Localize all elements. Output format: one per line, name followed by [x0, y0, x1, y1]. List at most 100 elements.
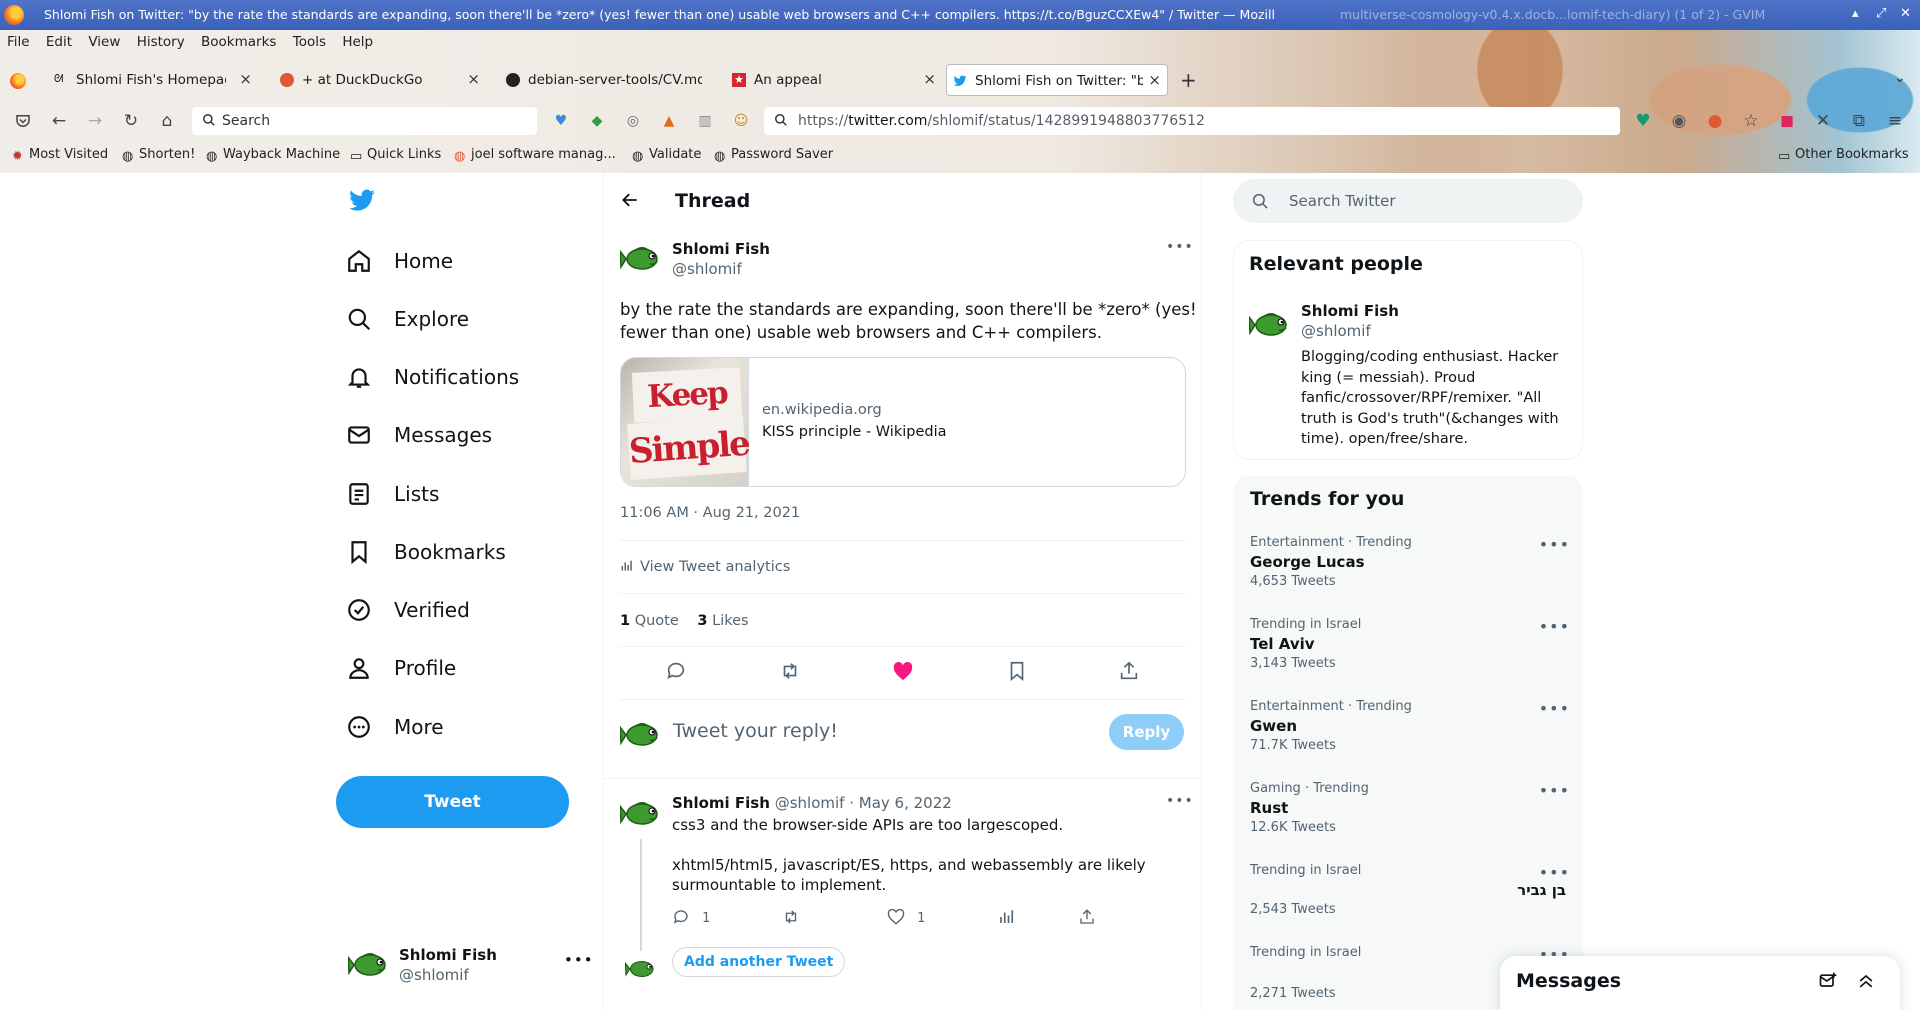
extensions-puzzle-icon[interactable]: ⧉: [1848, 110, 1870, 132]
close-tab-icon[interactable]: ×: [467, 70, 480, 88]
view-analytics-link[interactable]: View Tweet analytics: [620, 559, 790, 575]
add-tweet-avatar: [625, 960, 654, 978]
menu-help[interactable]: Help: [342, 34, 373, 50]
expand-chevron-icon[interactable]: [1856, 971, 1876, 991]
extension-face-icon[interactable]: ☺: [730, 110, 752, 132]
close-tab-icon[interactable]: ×: [239, 70, 252, 88]
bookmark-shorten[interactable]: ◍ Shorten!: [122, 147, 195, 164]
bookmark-password-saver[interactable]: ◍ Password Saver: [714, 147, 833, 164]
author-name[interactable]: Shlomi Fish: [672, 240, 770, 258]
author-avatar[interactable]: [620, 239, 662, 279]
extension-shield-icon[interactable]: ♥: [1632, 110, 1654, 132]
retweet-icon[interactable]: [782, 908, 800, 926]
tab-github[interactable]: debian-server-tools/CV.md: [500, 64, 712, 96]
liked-heart-icon[interactable]: [892, 661, 914, 681]
person-name[interactable]: Shlomi Fish: [1301, 302, 1399, 320]
menu-history[interactable]: History: [137, 34, 185, 50]
back-icon[interactable]: ←: [48, 110, 70, 132]
other-bookmarks[interactable]: ▭ Other Bookmarks: [1778, 147, 1909, 164]
close-tab-icon[interactable]: ×: [1148, 71, 1161, 89]
bookmark-most-visited[interactable]: ✹ Most Visited: [12, 147, 108, 164]
analytics-icon: [620, 559, 634, 573]
url-bar[interactable]: https://twitter.com/shlomif/status/14289…: [764, 107, 1620, 135]
menu-bookmarks[interactable]: Bookmarks: [201, 34, 276, 50]
author-handle[interactable]: @shlomif: [672, 260, 742, 278]
bookmark-icon[interactable]: [1006, 660, 1028, 682]
add-another-tweet-button[interactable]: Add another Tweet: [672, 947, 846, 977]
tab-duckduckgo[interactable]: + at DuckDuckGo ×: [274, 64, 486, 96]
trend-item[interactable]: Trending in Israel Tel Aviv 3,143 Tweets •…: [1250, 617, 1570, 671]
tab-twitter[interactable]: Shlomi Fish on Twitter: "by ×: [946, 64, 1168, 96]
analytics-icon[interactable]: [998, 908, 1016, 926]
person-handle[interactable]: @shlomif: [1301, 322, 1371, 340]
web-search-box[interactable]: Search: [192, 107, 537, 135]
new-message-icon[interactable]: [1818, 971, 1838, 991]
trend-item[interactable]: Trending in Israel בן גביר 2,543 Tweets ••…: [1250, 863, 1570, 917]
trend-more-dots-icon[interactable]: •••: [1539, 617, 1570, 636]
link-card[interactable]: Keep it Simple en.wikipedia.org KISS pri…: [620, 357, 1186, 487]
close-window-icon[interactable]: ✕: [1900, 6, 1911, 21]
extension-x-icon[interactable]: ✕: [1812, 110, 1834, 132]
trend-more-dots-icon[interactable]: •••: [1539, 699, 1570, 718]
new-tab-icon[interactable]: +: [1180, 68, 1197, 92]
reply-icon[interactable]: [665, 660, 687, 682]
restore-icon[interactable]: ⤢: [1876, 6, 1886, 21]
twitter-logo-icon[interactable]: [348, 189, 376, 213]
reply-input[interactable]: Tweet your reply!: [673, 720, 1093, 742]
quote-stat[interactable]: 1 Quote: [620, 613, 679, 629]
bookmark-quick-links[interactable]: ▭ Quick Links: [350, 147, 441, 164]
menu-view[interactable]: View: [88, 34, 120, 50]
menu-edit[interactable]: Edit: [46, 34, 72, 50]
menu-file[interactable]: File: [7, 34, 30, 50]
share-icon[interactable]: [1118, 660, 1140, 682]
account-switcher[interactable]: Shlomi Fish @shlomif •••: [346, 943, 593, 993]
extension-fox-icon[interactable]: ▲: [658, 110, 680, 132]
trend-item[interactable]: Gaming · Trending Rust 12.6K Tweets •••: [1250, 781, 1570, 835]
maximize-icon[interactable]: ▴: [1852, 6, 1859, 21]
reload-icon[interactable]: ↻: [120, 110, 142, 132]
reply-button[interactable]: Reply: [1109, 714, 1184, 750]
trend-more-dots-icon[interactable]: •••: [1539, 535, 1570, 554]
likes-stat[interactable]: 3 Likes: [697, 613, 748, 629]
share-icon[interactable]: [1078, 908, 1096, 926]
bookmark-joel[interactable]: ◍ joel software manag...: [454, 147, 616, 164]
person-avatar[interactable]: [1249, 305, 1291, 345]
extension-heart-icon[interactable]: ♥: [550, 110, 572, 132]
trend-item[interactable]: Entertainment · Trending Gwen 71.7K Tweets…: [1250, 699, 1570, 753]
retweet-icon[interactable]: [779, 660, 801, 682]
menu-tools[interactable]: Tools: [293, 34, 326, 50]
search-twitter-input[interactable]: Search Twitter: [1233, 179, 1583, 223]
hamburger-menu-icon[interactable]: ≡: [1884, 110, 1906, 132]
tweet-more-dots-icon[interactable]: •••: [1166, 239, 1194, 255]
extension-a-icon[interactable]: ◼: [1776, 110, 1798, 132]
extension-check-icon[interactable]: ◉: [1668, 110, 1690, 132]
reply-action[interactable]: 1: [672, 908, 710, 926]
like-action[interactable]: 1: [887, 908, 925, 926]
forward-icon[interactable]: →: [84, 110, 106, 132]
bookmark-validate[interactable]: ◍ Validate: [632, 147, 701, 164]
reader-icon[interactable]: ▥: [694, 110, 716, 132]
bookmark-star-icon[interactable]: ☆: [1740, 110, 1762, 132]
more-dots-icon[interactable]: •••: [564, 951, 594, 969]
tab-shlomi-homepage[interactable]: ᘛ Shlomi Fish's Homepage: H ×: [48, 64, 258, 96]
trend-more-dots-icon[interactable]: •••: [1539, 863, 1570, 882]
tweet-timestamp[interactable]: 11:06 AM · Aug 21, 2021: [620, 505, 800, 521]
home-icon[interactable]: ⌂: [156, 110, 178, 132]
bookmark-wayback[interactable]: ◍ Wayback Machine: [206, 147, 340, 164]
list-tabs-icon[interactable]: ⌄: [1894, 70, 1906, 86]
tab-an-appeal[interactable]: ★ An appeal ×: [726, 64, 942, 96]
extension-globe-icon[interactable]: ◎: [622, 110, 644, 132]
reply-avatar[interactable]: [620, 794, 662, 834]
trend-more-dots-icon[interactable]: •••: [1539, 781, 1570, 800]
trend-item[interactable]: Entertainment · Trending George Lucas 4,65…: [1250, 535, 1570, 589]
tweet-button[interactable]: Tweet: [336, 776, 569, 828]
close-tab-icon[interactable]: ×: [923, 70, 936, 88]
extension-leaf-icon[interactable]: ◆: [586, 110, 608, 132]
firefox-view-icon[interactable]: [10, 73, 26, 89]
trends-title: Trends for you: [1250, 488, 1405, 510]
reply-more-dots-icon[interactable]: •••: [1166, 793, 1194, 809]
duckduckgo-privacy-icon[interactable]: ●: [1704, 110, 1726, 132]
pocket-icon[interactable]: [12, 110, 34, 132]
back-arrow-icon[interactable]: [620, 190, 640, 210]
messages-dock[interactable]: Messages: [1500, 956, 1900, 1010]
